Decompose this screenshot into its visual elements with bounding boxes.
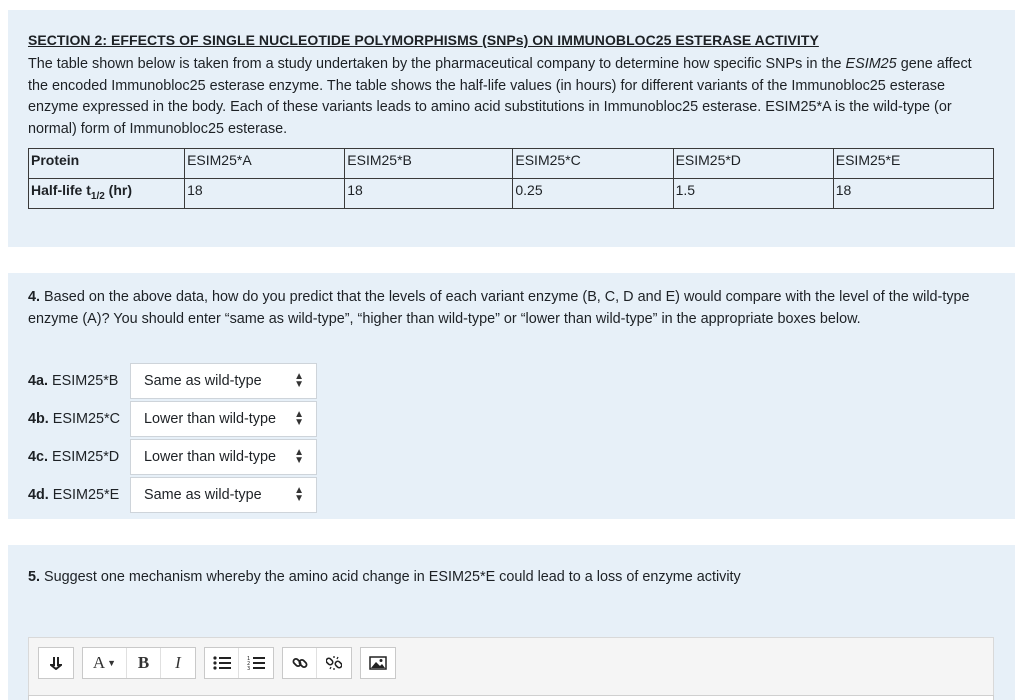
answer-number: 4a.	[28, 373, 49, 389]
select-arrows-icon: ▲ ▼	[294, 485, 304, 504]
table-cell: ESIM25*C	[512, 148, 674, 179]
answer-protein: ESIM25*C	[48, 411, 120, 427]
unlink-icon[interactable]	[317, 648, 351, 678]
half-life-label: Half-life t	[31, 182, 91, 198]
answer-label: 4c. ESIM25*D	[28, 449, 130, 465]
question-5-text: 5. Suggest one mechanism whereby the ami…	[28, 567, 995, 589]
gene-name: ESIM25	[845, 56, 897, 72]
answer-select-4b[interactable]: Lower than wild-type ▲ ▼	[130, 401, 317, 437]
table-row: Half-life t1/2 (hr) 18 18 0.25 1.5 18	[27, 178, 995, 209]
question-body: Suggest one mechanism whereby the amino …	[40, 569, 741, 585]
table-cell: 18	[184, 178, 346, 209]
link-icon[interactable]	[283, 648, 317, 678]
answer-number: 4c.	[28, 449, 49, 465]
select-arrows-icon: ▲ ▼	[294, 371, 304, 390]
intro-paragraph: The table shown below is taken from a st…	[28, 54, 995, 140]
selected-value: Lower than wild-type	[144, 449, 276, 465]
toolbar-group: A ▼ B I	[82, 647, 196, 679]
toolbar-group	[38, 647, 74, 679]
table-cell: ESIM25*A	[184, 148, 346, 179]
select-arrows-icon: ▲ ▼	[294, 447, 304, 466]
answer-select-4d[interactable]: Same as wild-type ▲ ▼	[130, 477, 317, 513]
table-cell: 0.25	[512, 178, 674, 209]
toolbar-group: 123	[204, 647, 274, 679]
toolbar-group	[282, 647, 352, 679]
answer-protein: ESIM25*E	[48, 487, 120, 503]
question-number: 5.	[28, 569, 41, 585]
answer-label: 4a. ESIM25*B	[28, 373, 130, 389]
answer-row-4a: 4a. ESIM25*B Same as wild-type ▲ ▼	[28, 362, 995, 400]
font-style-icon[interactable]: A ▼	[83, 648, 127, 678]
answer-label: 4d. ESIM25*E	[28, 487, 130, 503]
selected-value: Same as wild-type	[144, 373, 262, 389]
image-icon[interactable]	[361, 648, 395, 678]
half-life-unit: (hr)	[104, 182, 133, 198]
intro-text-1: The table shown below is taken from a st…	[28, 56, 846, 72]
answer-number: 4d.	[28, 487, 49, 503]
protein-header: Protein	[27, 148, 186, 179]
half-life-subscript: 1/2	[90, 190, 105, 202]
rich-text-editor: A ▼ B I 123	[28, 637, 994, 700]
table-row: Protein ESIM25*A ESIM25*B ESIM25*C ESIM2…	[27, 148, 995, 179]
table-cell: ESIM25*D	[672, 148, 834, 179]
answer-row-4c: 4c. ESIM25*D Lower than wild-type ▲ ▼	[28, 438, 995, 476]
unordered-list-icon[interactable]	[205, 648, 239, 678]
table-cell: 1.5	[672, 178, 834, 209]
section2-panel: SECTION 2: EFFECTS OF SINGLE NUCLEOTIDE …	[8, 10, 1015, 247]
answer-row-4d: 4d. ESIM25*E Same as wild-type ▲ ▼	[28, 476, 995, 514]
half-life-header: Half-life t1/2 (hr)	[27, 178, 186, 209]
editor-toolbar: A ▼ B I 123	[29, 638, 993, 679]
answer-protein: ESIM25*D	[48, 449, 120, 465]
selected-value: Same as wild-type	[144, 487, 262, 503]
select-arrows-icon: ▲ ▼	[294, 409, 304, 428]
question-5-panel: 5. Suggest one mechanism whereby the ami…	[8, 545, 1015, 700]
answer-rows: 4a. ESIM25*B Same as wild-type ▲ ▼ 4b. ESI…	[28, 362, 995, 514]
question-body: Based on the above data, how do you pred…	[28, 289, 970, 327]
answer-select-4a[interactable]: Same as wild-type ▲ ▼	[130, 363, 317, 399]
table-cell: ESIM25*E	[832, 148, 995, 179]
collapse-icon[interactable]	[39, 648, 73, 678]
answer-select-4c[interactable]: Lower than wild-type ▲ ▼	[130, 439, 317, 475]
answer-number: 4b.	[28, 411, 49, 427]
table-cell: ESIM25*B	[344, 148, 514, 179]
svg-text:3: 3	[247, 666, 250, 671]
table-cell: 18	[832, 178, 995, 209]
table-cell: 18	[344, 178, 514, 209]
toolbar-group	[360, 647, 396, 679]
question-number: 4.	[28, 289, 41, 305]
bold-icon[interactable]: B	[127, 648, 161, 678]
question-4-text: 4. Based on the above data, how do you p…	[28, 287, 995, 330]
answer-protein: ESIM25*B	[48, 373, 119, 389]
half-life-table: Protein ESIM25*A ESIM25*B ESIM25*C ESIM2…	[27, 148, 995, 209]
question-4-panel: 4. Based on the above data, how do you p…	[8, 273, 1015, 519]
answer-label: 4b. ESIM25*C	[28, 411, 130, 427]
ordered-list-icon[interactable]: 123	[239, 648, 273, 678]
answer-text-area[interactable]	[28, 695, 994, 700]
section-title: SECTION 2: EFFECTS OF SINGLE NUCLEOTIDE …	[28, 32, 819, 48]
answer-row-4b: 4b. ESIM25*C Lower than wild-type ▲ ▼	[28, 400, 995, 438]
selected-value: Lower than wild-type	[144, 411, 276, 427]
italic-icon[interactable]: I	[161, 648, 195, 678]
